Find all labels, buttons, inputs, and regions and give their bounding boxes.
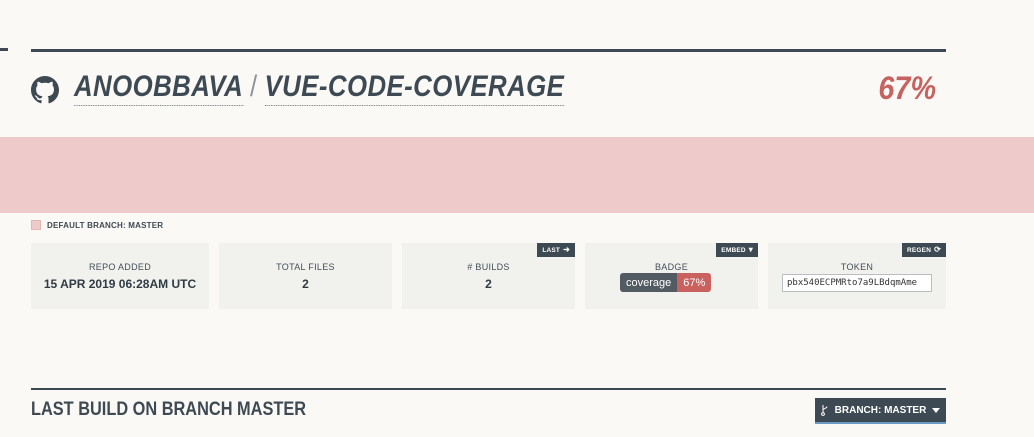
repo-owner-link[interactable]: ANOOBBAVA <box>74 70 244 106</box>
embed-label: EMBED <box>721 246 746 254</box>
repo-added-label: REPO ADDED <box>88 262 151 272</box>
repo-name-link[interactable]: VUE-CODE-COVERAGE <box>264 70 565 106</box>
total-files-value: 2 <box>302 277 309 291</box>
arrow-circle-right-icon: ➜ <box>563 245 570 254</box>
regen-label: REGEN <box>906 246 932 254</box>
chevron-down-icon <box>932 407 941 413</box>
legend-swatch <box>31 220 41 230</box>
embed-button[interactable]: EMBED ▾ <box>716 243 758 257</box>
last-build-title: LAST BUILD ON BRANCH MASTER <box>31 399 307 420</box>
default-branch-legend: DEFAULT BRANCH: MASTER <box>31 220 163 230</box>
repo-added-card: REPO ADDED 15 APR 2019 06:28AM UTC <box>31 243 209 309</box>
builds-label: # BUILDS <box>467 262 510 272</box>
builds-card: LAST ➜ # BUILDS 2 <box>402 243 575 309</box>
token-card: REGEN ⟳ TOKEN <box>768 243 946 309</box>
section-rule <box>31 388 946 390</box>
builds-value: 2 <box>485 277 492 291</box>
badge-subject: coverage <box>620 273 678 292</box>
token-label: TOKEN <box>840 262 874 272</box>
coverage-chart <box>0 137 1034 213</box>
repo-header: ANOOBBAVA / VUE-CODE-COVERAGE 67% <box>31 66 946 114</box>
caret-down-icon: ▾ <box>748 245 753 254</box>
last-build-button[interactable]: LAST ➜ <box>537 243 575 257</box>
repo-title-separator: / <box>250 70 258 103</box>
repo-title: ANOOBBAVA / VUE-CODE-COVERAGE <box>74 70 565 106</box>
repo-added-value: 15 APR 2019 06:28AM UTC <box>43 277 197 291</box>
default-branch-label: DEFAULT BRANCH: MASTER <box>47 220 164 230</box>
git-branch-icon <box>820 405 828 416</box>
header-top-rule <box>31 49 946 52</box>
last-build-label: LAST <box>542 246 561 254</box>
page: ANOOBBAVA / VUE-CODE-COVERAGE 67% DEFAULT … <box>0 0 1034 437</box>
badge-status: 67% <box>677 273 712 292</box>
regen-button[interactable]: REGEN ⟳ <box>901 243 946 257</box>
badge-card: EMBED ▾ BADGE coverage 67% <box>585 243 758 309</box>
branch-select-button[interactable]: BRANCH: MASTER <box>815 398 946 424</box>
total-files-card: TOTAL FILES 2 <box>219 243 392 309</box>
coverage-percentage: 67% <box>878 70 936 106</box>
left-edge-marker <box>0 48 8 51</box>
coverage-badge[interactable]: coverage 67% <box>620 273 712 292</box>
badge-label: BADGE <box>654 262 688 272</box>
token-field[interactable] <box>782 274 932 292</box>
refresh-icon: ⟳ <box>934 245 941 254</box>
branch-select-label: BRANCH: MASTER <box>834 404 927 416</box>
github-icon <box>31 76 59 104</box>
total-files-label: TOTAL FILES <box>276 262 335 272</box>
